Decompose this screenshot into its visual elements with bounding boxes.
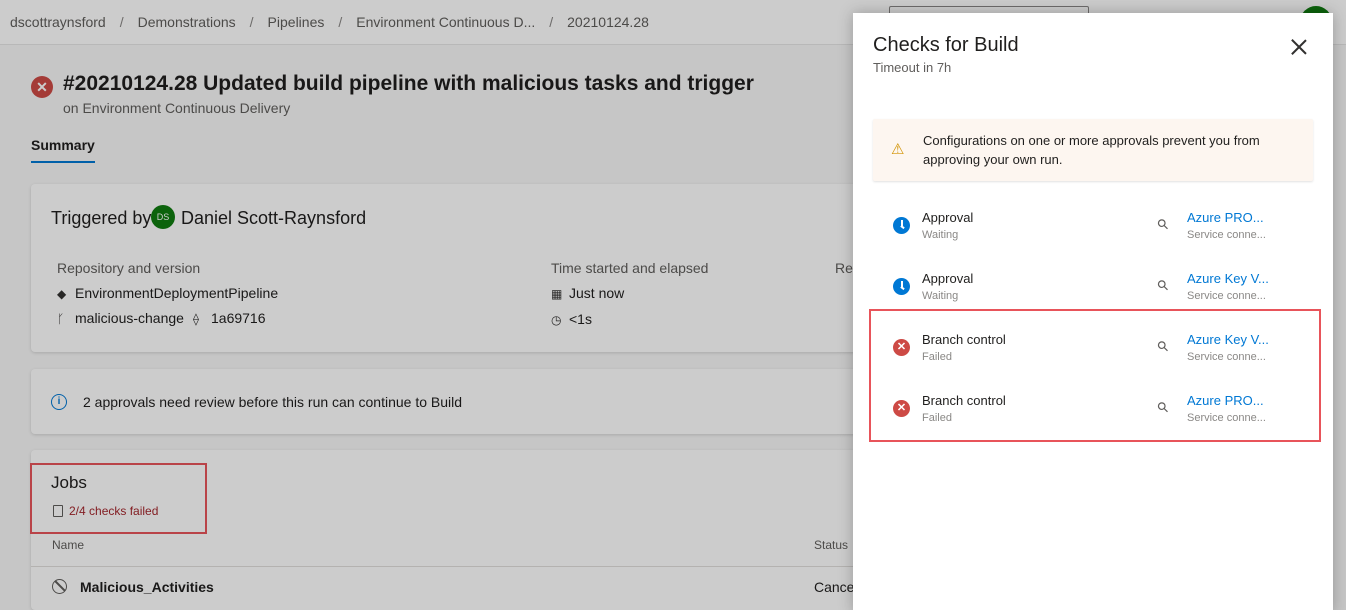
resource-type: Service conne...	[1187, 229, 1266, 241]
check-state: Waiting	[922, 290, 959, 302]
warning-banner: ⚠ Configurations on one or more approval…	[873, 119, 1313, 181]
close-icon[interactable]	[1287, 35, 1311, 59]
check-row[interactable]: Approval Waiting ⚲ Azure PRO... Service …	[873, 199, 1313, 260]
plug-icon: ⚲	[1153, 275, 1173, 295]
resource-link[interactable]: Azure PRO...	[1187, 210, 1264, 225]
check-name: Approval	[922, 210, 974, 225]
highlight-box-failed-checks	[869, 309, 1321, 442]
resource-link[interactable]: Azure Key V...	[1187, 271, 1269, 286]
check-state: Waiting	[922, 229, 959, 241]
waiting-clock-icon	[893, 217, 910, 234]
panel-timeout: Timeout in 7h	[873, 60, 952, 75]
warning-text: Configurations on one or more approvals …	[923, 133, 1260, 167]
check-name: Approval	[922, 271, 974, 286]
panel-title: Checks for Build	[873, 34, 1019, 56]
resource-type: Service conne...	[1187, 290, 1266, 302]
waiting-clock-icon	[893, 278, 910, 295]
plug-icon: ⚲	[1153, 214, 1173, 234]
warning-icon: ⚠	[891, 141, 905, 158]
